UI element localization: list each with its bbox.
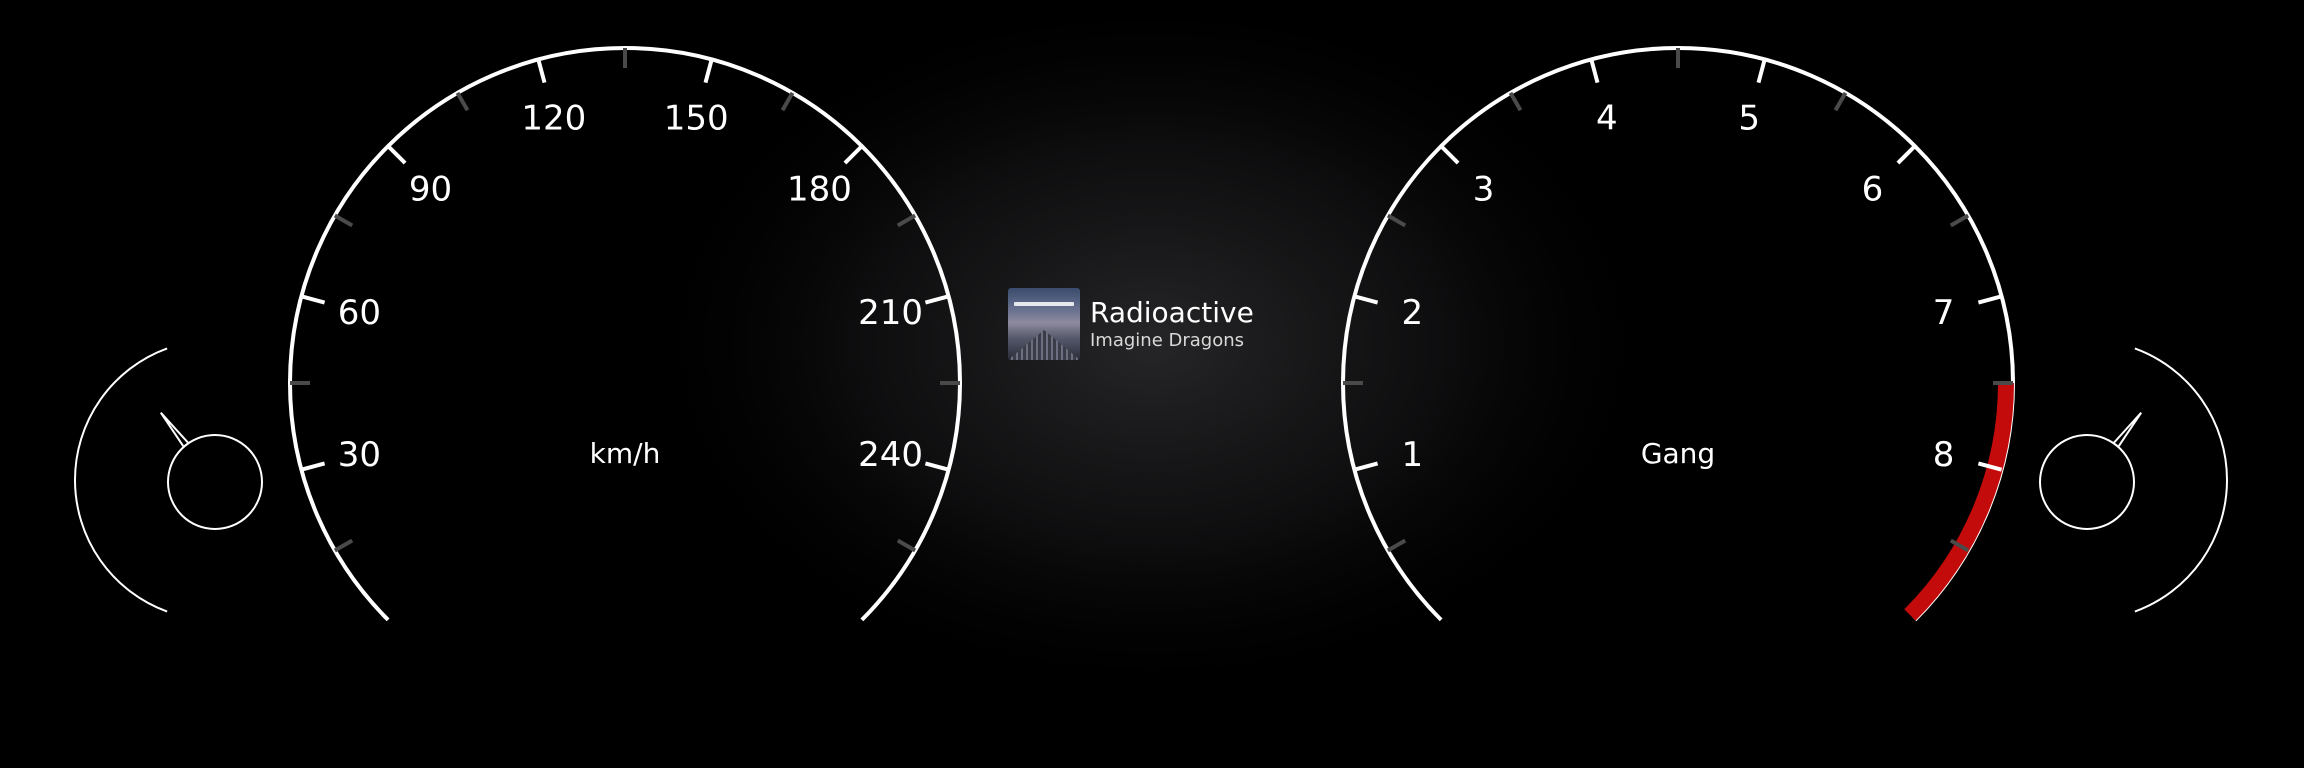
tachometer-redline-zone	[1904, 382, 2014, 621]
speedometer-tick-label: 120	[521, 98, 586, 138]
speedometer-major-tick	[386, 144, 407, 165]
tachometer-tick-label: 2	[1402, 293, 1424, 333]
left-small-gauge-ring	[74, 347, 168, 613]
tachometer-tick-label: 7	[1933, 293, 1955, 333]
right-small-gauge-ring	[2134, 347, 2228, 613]
speedometer-minor-tick	[780, 91, 795, 112]
tachometer-major-tick	[1977, 294, 2003, 305]
speedometer-tick-label: 90	[409, 170, 452, 210]
track-info: Radioactive Imagine Dragons	[1090, 296, 1254, 352]
right-small-gauge-hub	[2039, 434, 2135, 530]
speedometer-major-tick	[300, 294, 326, 305]
tachometer-tick-label: 8	[1933, 435, 1955, 475]
right-small-gauge-needle	[2112, 411, 2143, 449]
speedometer-major-tick	[300, 461, 326, 472]
tachometer-tick-label: 1	[1402, 435, 1424, 475]
speedometer-tick-label: 240	[858, 435, 923, 475]
tachometer-tick-label: 4	[1596, 98, 1618, 138]
now-playing[interactable]: Radioactive Imagine Dragons	[1008, 288, 1254, 360]
speedometer-minor-tick	[333, 538, 354, 553]
tachometer-major-tick	[1589, 58, 1600, 84]
left-small-gauge	[74, 347, 263, 613]
tachometer-minor-tick	[1833, 91, 1848, 112]
left-small-gauge-hub	[167, 434, 263, 530]
tachometer-tick-label: 6	[1862, 170, 1884, 210]
tachometer-major-tick	[1756, 58, 1767, 84]
speedometer-tick-label: 60	[338, 293, 381, 333]
gear-unit-label: Gang	[1641, 437, 1715, 470]
speedometer-tick-label: 180	[787, 170, 852, 210]
album-art-image	[1008, 330, 1080, 360]
tachometer-major-tick	[1896, 144, 1917, 165]
tachometer-tick-label: 3	[1473, 170, 1495, 210]
track-artist: Imagine Dragons	[1090, 330, 1245, 351]
speedometer-tick-label: 30	[338, 435, 381, 475]
tachometer-minor-tick	[1949, 213, 1970, 228]
speedometer-major-tick	[703, 58, 714, 84]
background-glow	[632, 20, 1672, 740]
tachometer-minor-tick	[1508, 91, 1523, 112]
left-small-gauge-needle	[159, 411, 190, 449]
right-small-gauge	[2039, 347, 2228, 613]
album-art-band-logo	[1014, 302, 1074, 306]
speedometer-minor-tick	[455, 91, 470, 112]
speedometer-tick-label: 150	[664, 98, 729, 138]
tachometer-tick-label: 5	[1738, 98, 1760, 138]
track-title: Radioactive	[1090, 296, 1254, 329]
instrument-cluster: 30 60 90 120 150 180 210 240 1 2 3 4 5 6 7 8 km/h Gang	[74, 20, 2228, 740]
speed-unit-label: km/h	[590, 437, 661, 470]
speedometer-major-tick	[536, 58, 547, 84]
speedometer-tick-label: 210	[858, 293, 923, 333]
album-art[interactable]	[1008, 288, 1080, 360]
speedometer-minor-tick	[333, 213, 354, 228]
